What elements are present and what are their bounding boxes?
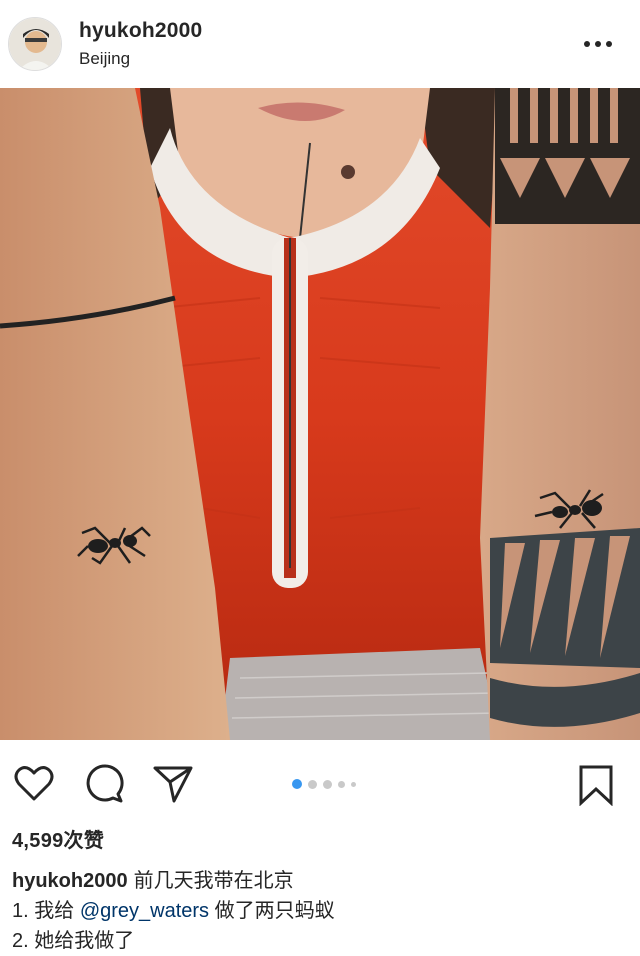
caption-line: 2. 她给我做了 [12, 926, 632, 956]
post-photo[interactable] [0, 88, 640, 740]
carousel-dot[interactable] [351, 781, 356, 787]
like-count[interactable]: 4,599次赞 [12, 824, 104, 853]
post-caption: hyukoh2000 前几天我带在北京 1. 我给 @grey_waters 做了… [12, 866, 632, 956]
bookmark-icon[interactable] [578, 764, 614, 811]
carousel-dot[interactable] [308, 779, 317, 789]
location-link[interactable]: Beijing [79, 49, 202, 69]
carousel-dot[interactable] [323, 779, 332, 789]
caption-line: 1. 我给 @grey_waters 做了两只蚂蚁 [12, 896, 632, 926]
caption-username[interactable]: hyukoh2000 [12, 870, 128, 892]
caption-text: 2. 她给我做了 [12, 930, 135, 952]
avatar[interactable] [8, 17, 62, 71]
caption-text: 做了两只蚂蚁 [214, 900, 335, 922]
caption-line: hyukoh2000 前几天我带在北京 [12, 866, 632, 896]
share-icon[interactable] [152, 764, 194, 809]
carousel-dot[interactable] [338, 780, 345, 788]
post-header: hyukoh2000 Beijing [0, 0, 640, 88]
mention-link[interactable]: @grey_waters [80, 900, 209, 922]
carousel-dot-active[interactable] [292, 779, 302, 789]
username[interactable]: hyukoh2000 [79, 19, 202, 43]
comment-icon[interactable] [84, 764, 124, 809]
carousel-indicator [292, 779, 356, 789]
caption-text: 前几天我带在北京 [133, 870, 294, 892]
heart-icon[interactable] [14, 764, 54, 807]
more-options-icon[interactable] [578, 35, 618, 53]
caption-text: 1. 我给 [12, 900, 75, 922]
